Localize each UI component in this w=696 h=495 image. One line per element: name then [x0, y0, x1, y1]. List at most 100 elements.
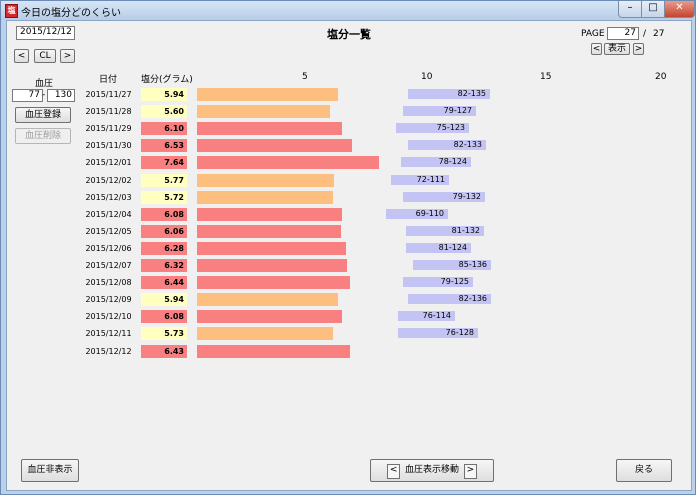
row-salt-value: 6.43 — [141, 345, 187, 358]
row-bp-bar: 78-124 — [401, 157, 471, 167]
row-bp-bar: 76-114 — [398, 311, 455, 321]
app-icon: 塩 — [5, 4, 18, 18]
row-bp-bar: 81-124 — [406, 243, 471, 253]
maximize-button[interactable]: □ — [641, 1, 665, 18]
row-salt-value: 6.10 — [141, 122, 187, 135]
window-title: 今日の塩分どのくらい — [21, 8, 121, 19]
row-bp-bar: 82-135 — [408, 89, 490, 99]
row-salt-bar — [197, 225, 341, 238]
row-salt-bar — [197, 242, 346, 255]
row-date: 2015/11/27 — [85, 90, 132, 99]
page-number-input[interactable]: 27 — [607, 27, 639, 40]
row-salt-value: 5.94 — [141, 88, 187, 101]
row-date: 2015/12/01 — [85, 158, 132, 167]
row-salt-bar — [197, 174, 334, 187]
page-title: 塩分一覧 — [327, 28, 371, 41]
salt-column-header: 塩分(グラム) — [141, 75, 193, 85]
back-button[interactable]: 戻る — [616, 459, 672, 482]
page-prev-button[interactable]: < — [591, 43, 602, 55]
row-date: 2015/12/07 — [85, 261, 132, 270]
row-bp-bar: 79-125 — [403, 277, 473, 287]
bp-high-input[interactable]: 130 — [47, 89, 75, 102]
page-next-button[interactable]: > — [633, 43, 644, 55]
row-bp-bar: 79-132 — [403, 192, 485, 202]
row-bp-bar: 75-123 — [396, 123, 469, 133]
row-bp-bar: 79-127 — [403, 106, 476, 116]
title-bar[interactable]: 塩 今日の塩分どのくらい – □ ✕ — [1, 1, 695, 20]
row-salt-value: 6.08 — [141, 208, 187, 221]
bp-low-input[interactable]: 77 — [12, 89, 43, 102]
date-input[interactable]: 2015/12/12 — [16, 26, 75, 40]
row-date: 2015/12/05 — [85, 227, 132, 236]
row-salt-value: 6.08 — [141, 310, 187, 323]
row-salt-bar — [197, 105, 330, 118]
bp-move-prev-button[interactable]: < — [387, 464, 401, 479]
row-bp-bar: 81-132 — [406, 226, 484, 236]
bp-delete-button[interactable]: 血圧削除 — [15, 128, 71, 144]
row-salt-bar — [197, 208, 342, 221]
date-clear-button[interactable]: CL — [34, 49, 56, 63]
row-salt-bar — [197, 345, 350, 358]
row-salt-bar — [197, 310, 342, 323]
row-date: 2015/12/02 — [85, 176, 132, 185]
row-salt-value: 6.44 — [141, 276, 187, 289]
bp-label: 血圧 — [35, 79, 54, 89]
row-date: 2015/11/28 — [85, 107, 132, 116]
bp-move-button[interactable]: < 血圧表示移動 > — [370, 459, 494, 482]
scale-tick-label: 5 — [302, 72, 308, 82]
row-bp-bar: 72-111 — [391, 175, 449, 185]
page-label: PAGE — [581, 29, 605, 39]
row-salt-bar — [197, 122, 342, 135]
date-prev-button[interactable]: < — [14, 49, 29, 63]
close-button[interactable]: ✕ — [664, 1, 695, 18]
row-date: 2015/12/03 — [85, 193, 132, 202]
row-date: 2015/11/30 — [85, 141, 132, 150]
row-salt-bar — [197, 88, 338, 101]
row-salt-bar — [197, 259, 347, 272]
row-salt-bar — [197, 276, 350, 289]
hide-bp-button[interactable]: 血圧非表示 — [21, 459, 79, 482]
date-next-button[interactable]: > — [60, 49, 75, 63]
row-salt-bar — [197, 139, 352, 152]
row-salt-value: 6.53 — [141, 139, 187, 152]
bp-move-next-button[interactable]: > — [463, 464, 477, 479]
bp-move-label: 血圧表示移動 — [404, 465, 459, 475]
row-salt-value: 5.77 — [141, 174, 187, 187]
row-salt-value: 6.06 — [141, 225, 187, 238]
page-separator: / — [643, 29, 647, 39]
row-salt-value: 6.28 — [141, 242, 187, 255]
scale-tick-label: 20 — [655, 72, 667, 82]
row-bp-bar: 76-128 — [398, 328, 478, 338]
row-date: 2015/12/08 — [85, 278, 132, 287]
scale-tick-label: 15 — [540, 72, 552, 82]
row-salt-value: 5.94 — [141, 293, 187, 306]
row-date: 2015/12/06 — [85, 244, 132, 253]
row-bp-bar: 69-110 — [386, 209, 448, 219]
row-salt-value: 5.60 — [141, 105, 187, 118]
page-total: 27 — [653, 29, 665, 39]
bp-register-button[interactable]: 血圧登録 — [15, 107, 71, 123]
minimize-button[interactable]: – — [618, 1, 642, 18]
row-date: 2015/12/10 — [85, 312, 132, 321]
row-salt-value: 5.72 — [141, 191, 187, 204]
row-salt-bar — [197, 327, 333, 340]
show-button[interactable]: 表示 — [604, 43, 630, 55]
client-area: 2015/12/12 < CL > 塩分一覧 PAGE 27 / 27 < 表示… — [6, 20, 692, 491]
row-date: 2015/12/04 — [85, 210, 132, 219]
row-salt-value: 6.32 — [141, 259, 187, 272]
bp-separator: - — [42, 90, 46, 100]
row-salt-bar — [197, 191, 333, 204]
row-date: 2015/11/29 — [85, 124, 132, 133]
row-salt-value: 7.64 — [141, 156, 187, 169]
row-salt-value: 5.73 — [141, 327, 187, 340]
row-date: 2015/12/09 — [85, 295, 132, 304]
row-salt-bar — [197, 156, 379, 169]
row-date: 2015/12/11 — [85, 329, 132, 338]
row-bp-bar: 82-133 — [408, 140, 486, 150]
row-date: 2015/12/12 — [85, 347, 132, 356]
row-salt-bar — [197, 293, 338, 306]
date-column-header: 日付 — [99, 75, 118, 85]
row-bp-bar: 85-136 — [413, 260, 491, 270]
scale-tick-label: 10 — [421, 72, 433, 82]
app-window: 塩 今日の塩分どのくらい – □ ✕ 2015/12/12 < CL > 塩分一… — [0, 0, 696, 495]
